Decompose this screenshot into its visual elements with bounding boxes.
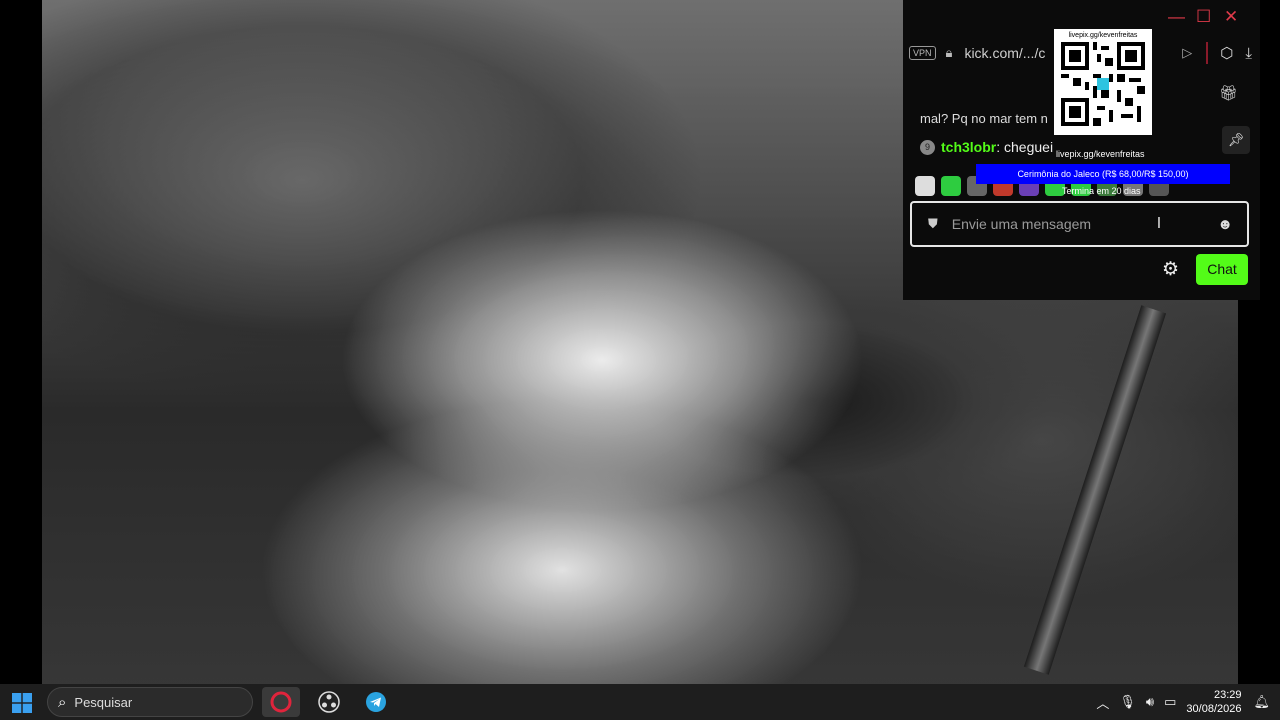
minimize-icon[interactable]: — [1168, 8, 1185, 26]
chevron-up-icon[interactable]: ︿ [1096, 693, 1109, 712]
display-icon[interactable]: ▭ [1164, 694, 1176, 710]
search-placeholder[interactable]: Pesquisar [74, 695, 132, 710]
goal-deadline: Termina em 20 dias [1062, 186, 1141, 196]
emote-icon[interactable] [915, 176, 935, 196]
clock-date: 30/08/2026 [1186, 703, 1242, 715]
bell-icon[interactable]: 🔔︎ [1253, 694, 1270, 710]
clock-time: 23:29 [1213, 689, 1242, 701]
play-icon[interactable]: ▷ [1182, 45, 1192, 61]
taskbar: ⌕ Pesquisar ︿ 🎙︎ 🔊︎ ▭ 23:29 30/08/2026 🔔… [0, 684, 1280, 720]
gift-icon[interactable]: 🎁︎ [1219, 84, 1238, 102]
desktop-stage: — ☐ ✕ VPN 🔒︎ kick.com/.../c ▷ ⬡ ⤓ 🎁︎ mal… [0, 0, 1280, 684]
chat-send-button[interactable]: Chat [1196, 254, 1248, 285]
opera-icon [270, 691, 292, 713]
download-icon[interactable]: ⤓ [1245, 45, 1252, 62]
search-icon: ⌕ [58, 693, 67, 711]
microphone-icon[interactable]: 🎙︎ [1119, 694, 1136, 710]
window-controls: — ☐ ✕ [1168, 8, 1238, 26]
lock-icon[interactable]: 🔒︎ [946, 45, 953, 61]
taskbar-telegram[interactable] [357, 687, 395, 717]
volume-icon[interactable]: 🔊︎ [1146, 694, 1154, 710]
obs-icon [318, 691, 340, 713]
taskbar-search[interactable]: ⌕ Pesquisar [47, 687, 253, 717]
toolbar-divider [1206, 42, 1209, 64]
donation-goal-bar: Cerimônia do Jaleco (R$ 68,00/R$ 150,00) [976, 164, 1230, 184]
taskbar-opera[interactable] [262, 687, 300, 717]
video-object [1023, 305, 1167, 675]
livepix-qr-code: livepix.gg/kevenfreitas [1054, 29, 1152, 135]
chat-input[interactable]: ⛊ Envie uma mensagem I ☻ [910, 201, 1249, 247]
windows-start-icon[interactable] [12, 693, 32, 713]
maximize-icon[interactable]: ☐ [1196, 8, 1211, 26]
chat-input-placeholder[interactable]: Envie uma mensagem [952, 216, 1157, 232]
taskbar-obs[interactable] [310, 687, 348, 717]
clock[interactable]: 23:29 30/08/2026 [1186, 688, 1241, 716]
chat-text: : cheguei [996, 139, 1054, 155]
qr-caption: livepix.gg/kevenfreitas [1068, 32, 1138, 39]
chat-username[interactable]: tch3lobr [941, 139, 996, 155]
shield-icon: ⛊ [928, 216, 938, 231]
chat-message: 9 tch3lobr : cheguei [920, 139, 1053, 155]
close-icon[interactable]: ✕ [1224, 8, 1238, 26]
user-badge: 9 [920, 139, 935, 155]
livepix-url: livepix.gg/kevenfreitas [1056, 149, 1145, 159]
system-tray: ︿ 🎙︎ 🔊︎ ▭ 23:29 30/08/2026 🔔︎ [1096, 684, 1280, 720]
qr-code-icon [1061, 42, 1145, 126]
telegram-icon [366, 692, 386, 712]
emote-icon[interactable] [941, 176, 961, 196]
pin-icon[interactable]: 📌︎ [1222, 126, 1250, 154]
gear-icon[interactable]: ⚙ [1162, 258, 1179, 281]
vpn-badge[interactable]: VPN [909, 46, 936, 60]
emoji-icon[interactable]: ☻ [1217, 216, 1233, 233]
text-cursor-icon: I [1156, 215, 1162, 232]
extensions-icon[interactable]: ⬡ [1220, 44, 1233, 62]
chat-message-partial: mal? Pq no mar tem n [920, 111, 1048, 126]
